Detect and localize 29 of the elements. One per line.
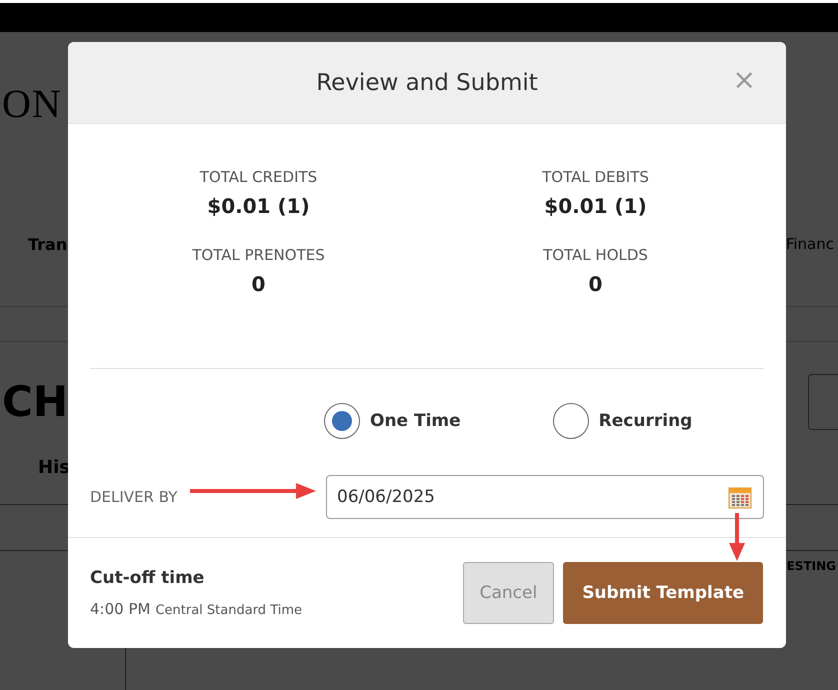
- total-value: $0.01 (1): [207, 194, 310, 218]
- radio-circle[interactable]: [324, 403, 360, 439]
- radio-option[interactable]: One Time: [324, 403, 461, 439]
- radio-option[interactable]: Recurring: [552, 403, 692, 439]
- total-value: 0: [588, 272, 602, 296]
- calendar-icon[interactable]: [728, 485, 752, 509]
- submit-button[interactable]: Submit Template: [563, 562, 763, 624]
- cutoff-time: 4:00 PM: [90, 600, 150, 618]
- nav-link[interactable]: Financ: [786, 235, 834, 253]
- cutoff-title: Cut-off time: [90, 568, 206, 588]
- nav-link[interactable]: Tran: [28, 234, 68, 254]
- total-label: TOTAL PRENOTES: [192, 246, 325, 264]
- brand-logo: ON: [2, 80, 62, 126]
- radio-circle[interactable]: [552, 403, 589, 439]
- field-label: DELIVER BY: [90, 488, 178, 506]
- dialog-title: Review and Submit: [316, 70, 538, 96]
- total-label: TOTAL DEBITS: [542, 168, 649, 186]
- column-header: ESTING: [786, 559, 836, 575]
- total-value: 0: [252, 272, 266, 296]
- tab[interactable]: His: [38, 457, 70, 478]
- time-zone: Central Standard Time: [155, 603, 302, 618]
- total-value: $0.01 (1): [544, 194, 647, 218]
- arrow: [727, 512, 747, 562]
- cancel-button[interactable]: Cancel: [462, 562, 554, 624]
- page-heading: CH: [2, 377, 68, 426]
- total-label: TOTAL CREDITS: [200, 168, 318, 186]
- total-label: TOTAL HOLDS: [543, 246, 648, 264]
- date-field[interactable]: 06/06/2025: [326, 475, 764, 519]
- close-button[interactable]: ×: [732, 66, 756, 94]
